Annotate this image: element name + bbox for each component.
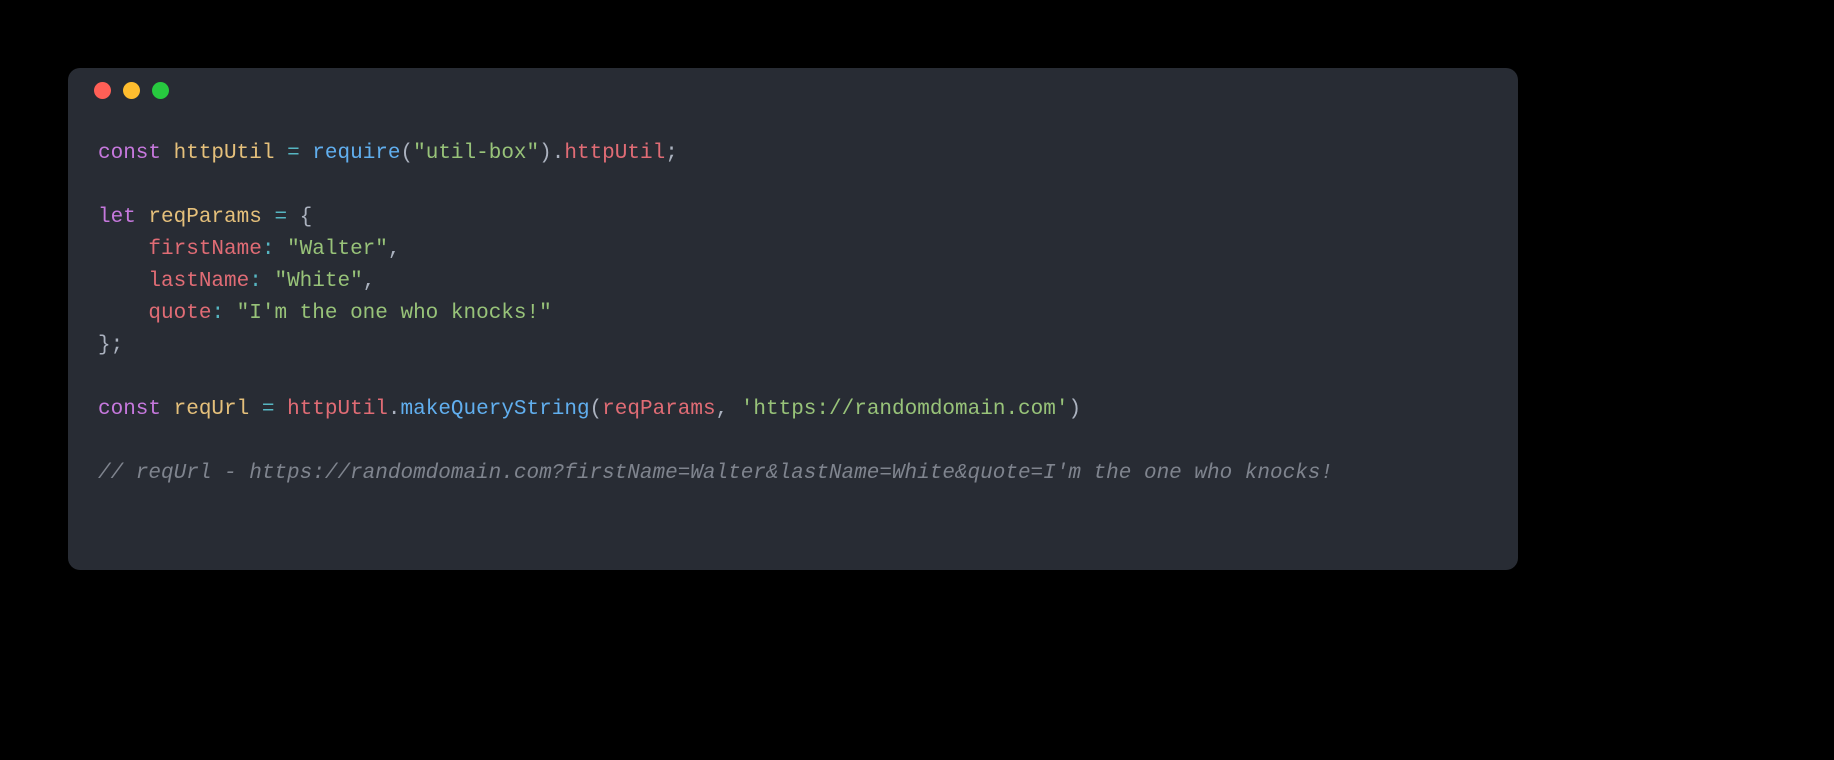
code-line-4: firstName: "Walter", <box>98 238 401 261</box>
prop-firstName: firstName <box>148 238 261 261</box>
code-line-5: lastName: "White", <box>98 270 375 293</box>
code-line-11: // reqUrl - https://randomdomain.com?fir… <box>98 462 1333 485</box>
str-url: 'https://randomdomain.com' <box>741 398 1069 421</box>
prop-quote: quote <box>148 302 211 325</box>
kw-const: const <box>98 142 161 165</box>
arg-reqParams: reqParams <box>602 398 715 421</box>
fn-require: require <box>312 142 400 165</box>
str-quote: "I'm the one who knocks!" <box>237 302 552 325</box>
var-httpUtil: httpUtil <box>174 142 275 165</box>
var-reqParams: reqParams <box>148 206 261 229</box>
str-white: "White" <box>274 270 362 293</box>
code-line-3: let reqParams = { <box>98 206 312 229</box>
code-line-7: }; <box>98 334 123 357</box>
maximize-icon[interactable] <box>152 82 169 99</box>
minimize-icon[interactable] <box>123 82 140 99</box>
close-icon[interactable] <box>94 82 111 99</box>
window-titlebar <box>68 68 1518 112</box>
comment-result: // reqUrl - https://randomdomain.com?fir… <box>98 462 1333 485</box>
prop-lastName: lastName <box>148 270 249 293</box>
code-line-1: const httpUtil = require("util-box").htt… <box>98 142 678 165</box>
var-reqUrl: reqUrl <box>174 398 250 421</box>
obj-httpUtil: httpUtil <box>287 398 388 421</box>
code-line-9: const reqUrl = httpUtil.makeQueryString(… <box>98 398 1081 421</box>
code-block: const httpUtil = require("util-box").htt… <box>68 112 1518 490</box>
code-line-6: quote: "I'm the one who knocks!" <box>98 302 552 325</box>
prop-httpUtil: httpUtil <box>564 142 665 165</box>
str-module: "util-box" <box>413 142 539 165</box>
op-eq: = <box>287 142 300 165</box>
method-makeQueryString: makeQueryString <box>401 398 590 421</box>
kw-let: let <box>98 206 136 229</box>
str-walter: "Walter" <box>287 238 388 261</box>
code-window: const httpUtil = require("util-box").htt… <box>68 68 1518 570</box>
